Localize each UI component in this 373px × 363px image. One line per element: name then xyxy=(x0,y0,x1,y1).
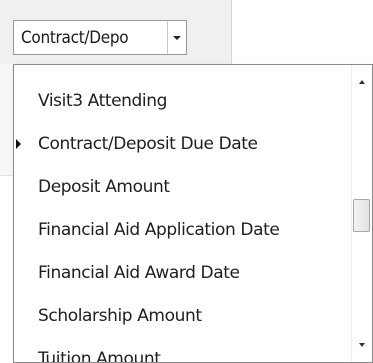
list-item-label: Visit3 Attending xyxy=(38,90,168,111)
scroll-down-button[interactable] xyxy=(352,334,372,356)
field-selector-combobox[interactable]: Contract/Depo xyxy=(13,20,187,55)
list-item-label: Financial Aid Award Date xyxy=(38,262,240,283)
list-item[interactable]: Visit3 Attending xyxy=(14,79,351,122)
list-item[interactable]: Scholarship Amount xyxy=(14,294,351,337)
list-item[interactable]: Financial Aid Award Date xyxy=(14,251,351,294)
list-item[interactable]: Financial Aid Application Date xyxy=(14,208,351,251)
chevron-down-icon xyxy=(173,35,181,40)
list-item-label: Contract/Deposit Due Date xyxy=(38,133,258,154)
scrollbar-thumb[interactable] xyxy=(353,199,370,232)
list-item-label: Deposit Amount xyxy=(38,176,170,197)
scroll-up-button[interactable] xyxy=(352,71,372,93)
list-item-label: Financial Aid Application Date xyxy=(38,219,280,240)
caret-right-icon xyxy=(16,138,21,149)
vertical-scrollbar[interactable] xyxy=(351,65,372,362)
list-item-selected[interactable]: Contract/Deposit Due Date xyxy=(14,122,351,165)
list-item[interactable]: Tuition Amount xyxy=(14,337,351,363)
combobox-value: Contract/Depo xyxy=(21,27,129,48)
scroll-up-arrow-icon xyxy=(359,80,365,84)
scroll-down-arrow-icon xyxy=(359,343,365,347)
list-item[interactable]: Deposit Amount xyxy=(14,165,351,208)
dropdown-list[interactable]: Visit3 Attending Contract/Deposit Due Da… xyxy=(13,64,373,363)
list-item-label: Scholarship Amount xyxy=(38,305,202,326)
list-item-label: Tuition Amount xyxy=(38,348,161,363)
dropdown-options: Visit3 Attending Contract/Deposit Due Da… xyxy=(14,65,351,362)
dropdown-toggle-button[interactable] xyxy=(167,21,186,54)
